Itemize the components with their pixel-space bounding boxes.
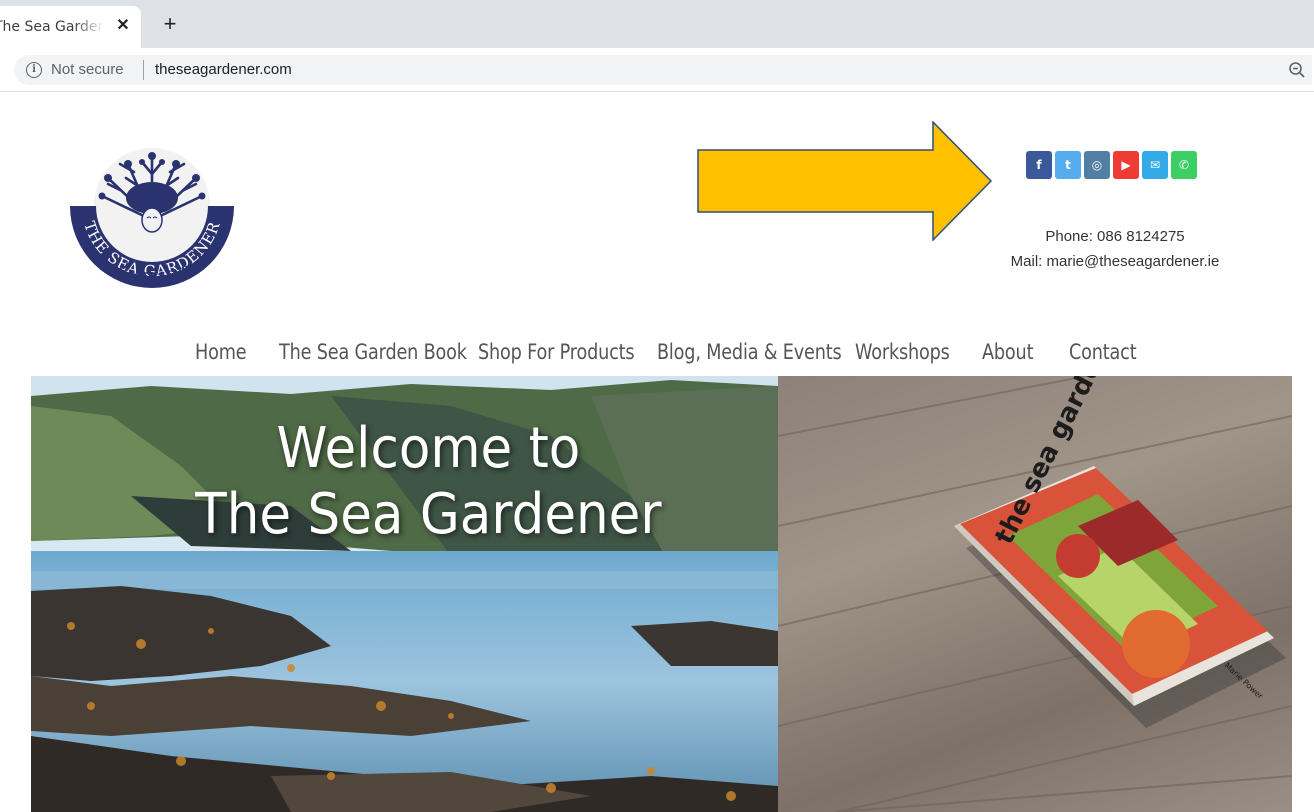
- address-separator: [143, 60, 144, 80]
- zoom-out-icon[interactable]: [1288, 61, 1306, 79]
- address-bar[interactable]: i Not secure theseagardener.com: [14, 55, 1312, 85]
- security-label[interactable]: Not secure: [51, 61, 124, 78]
- instagram-icon[interactable]: ◎: [1084, 151, 1110, 179]
- close-tab-icon[interactable]: ✕: [112, 15, 134, 37]
- social-links: f t ◎ ▶ ✉ ✆: [1026, 151, 1197, 179]
- phone-text: Phone: 086 8124275: [1045, 228, 1185, 245]
- facebook-icon[interactable]: f: [1026, 151, 1052, 179]
- email-icon[interactable]: ✉: [1142, 151, 1168, 179]
- page-scrollbar[interactable]: [1296, 92, 1314, 812]
- nav-blog-media-events[interactable]: Blog, Media & Events: [657, 340, 842, 364]
- contact-info: Phone: 086 8124275 Mail: marie@theseagar…: [990, 224, 1240, 274]
- hero-heading-line-1: Welcome to: [276, 416, 581, 481]
- main-nav: Home The Sea Garden Book Shop For Produc…: [0, 336, 1314, 370]
- book-on-table-photo: the sea garden Marie Power: [777, 376, 1292, 812]
- browser-tab-strip: The Sea Gardener | Sea ✕ +: [0, 0, 1314, 48]
- annotation-arrow: [697, 121, 993, 241]
- new-tab-icon[interactable]: +: [158, 12, 182, 36]
- nav-sea-garden-book[interactable]: The Sea Garden Book: [279, 340, 467, 364]
- twitter-icon[interactable]: t: [1055, 151, 1081, 179]
- browser-tab[interactable]: The Sea Gardener | Sea ✕: [0, 6, 141, 48]
- mail-text[interactable]: Mail: marie@theseagardener.ie: [990, 249, 1240, 274]
- youtube-icon[interactable]: ▶: [1113, 151, 1139, 179]
- url-text[interactable]: theseagardener.com: [155, 61, 292, 78]
- hero-heading-line-2: The Sea Gardener: [195, 482, 662, 547]
- tab-title-fade: [74, 16, 104, 40]
- nav-workshops[interactable]: Workshops: [855, 340, 950, 364]
- nav-about[interactable]: About: [982, 340, 1033, 364]
- nav-shop-for-products[interactable]: Shop For Products: [478, 340, 635, 364]
- site-info-icon[interactable]: i: [26, 62, 42, 78]
- hero-heading: Welcome to The Sea Gardener: [31, 416, 826, 548]
- sea-gardener-logo[interactable]: THE SEA GARDENER MADE WITH SEAWEED: [68, 134, 236, 290]
- hero-banner[interactable]: the sea garden Marie Power Welcome to Th…: [31, 376, 1292, 812]
- nav-home[interactable]: Home: [195, 340, 247, 364]
- nav-contact[interactable]: Contact: [1069, 340, 1137, 364]
- phone-icon[interactable]: ✆: [1171, 151, 1197, 179]
- address-bar-row: i Not secure theseagardener.com: [0, 48, 1314, 92]
